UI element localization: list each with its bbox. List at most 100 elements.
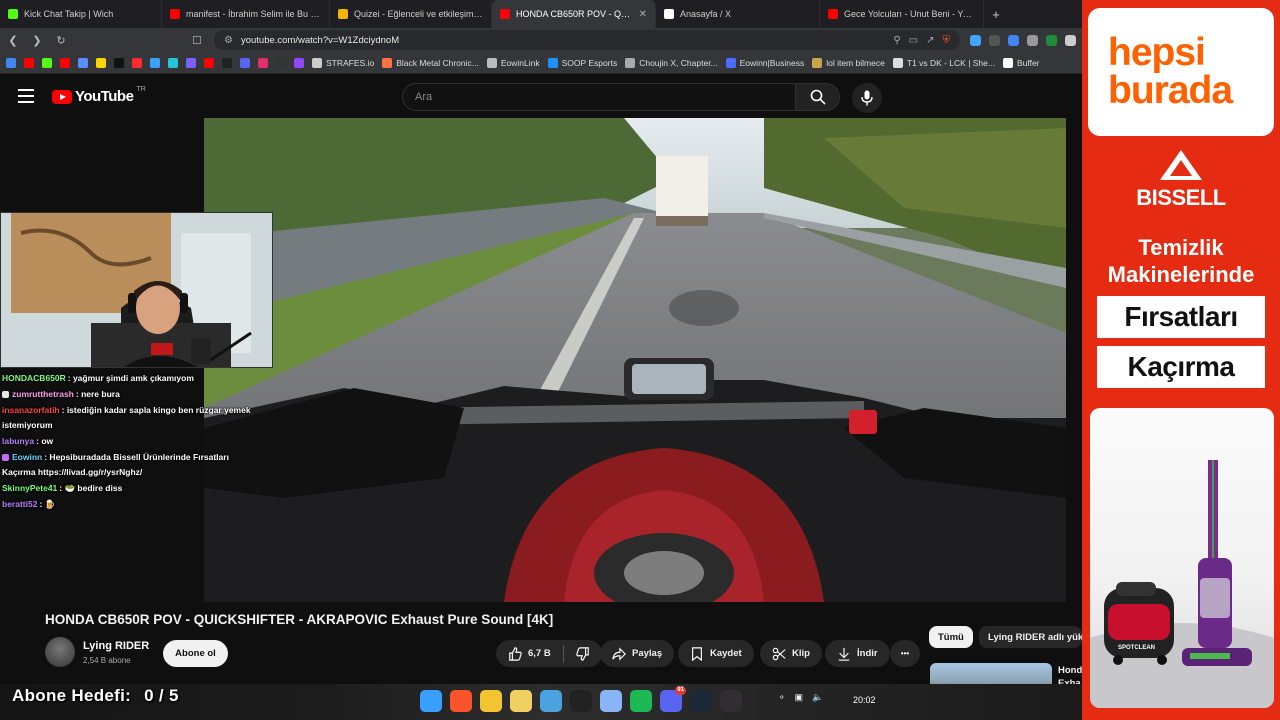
brand-line-2: burada — [1108, 69, 1233, 112]
cast-icon[interactable]: ▭ — [909, 35, 918, 46]
share-button[interactable]: Paylaş — [600, 640, 675, 667]
bookmark-item[interactable] — [294, 57, 304, 68]
network-app-icon[interactable] — [600, 690, 622, 712]
bookmark-item[interactable] — [204, 57, 214, 68]
steam-icon[interactable] — [690, 690, 712, 712]
menu-icon[interactable] — [18, 89, 34, 103]
extension-icon[interactable] — [970, 34, 981, 46]
browser-tab[interactable]: Quizei - Eğlenceli ve etkileşimli quiz — [330, 0, 492, 28]
youtube-logo[interactable]: YouTube TR — [52, 86, 146, 105]
chat-text: : 🥗 bedire diss — [59, 483, 123, 493]
save-icon — [692, 646, 702, 661]
extension-icon[interactable] — [989, 34, 1000, 46]
volume-tray-icon[interactable]: 🔈 — [812, 692, 823, 703]
browser-tab[interactable]: Anasayfa / X — [656, 0, 820, 28]
taskbar-clock[interactable]: 20:02 — [853, 695, 876, 705]
share-icon[interactable]: ↗ — [926, 35, 934, 46]
browser-tab[interactable]: manifest - İbrahim Selim ile Bu Gece — [162, 0, 330, 28]
browser-tab[interactable]: Gece Yolcuları - Unut Beni - YouTube — [820, 0, 984, 28]
extension-icon[interactable] — [1065, 34, 1076, 46]
chat-message: labunya: ow — [2, 434, 264, 449]
chip-channel[interactable]: Lying RIDER adlı yük — [979, 626, 1082, 648]
bookmark-item[interactable]: Eowinn|Business — [725, 57, 804, 68]
advertisement-panel[interactable]: hepsi burada BISSELL Temizlik Makineleri… — [1082, 0, 1280, 720]
new-tab-button[interactable]: + — [984, 7, 1008, 22]
bookmark-item[interactable] — [24, 57, 34, 68]
bookmark-item[interactable] — [60, 57, 70, 68]
bookmark-item[interactable]: Buffer — [1002, 57, 1040, 68]
more-actions-button[interactable]: ••• — [890, 640, 920, 667]
spotify-icon[interactable] — [630, 690, 652, 712]
bookmark-favicon-icon — [892, 57, 903, 68]
zoom-icon[interactable]: ⚲ — [893, 35, 900, 46]
download-button[interactable]: İndir — [825, 640, 890, 667]
search-input[interactable]: Ara — [402, 83, 796, 111]
bookmark-favicon-icon — [625, 57, 636, 68]
bookmark-item[interactable]: SOOP Esports — [547, 57, 617, 68]
display-tray-icon[interactable]: ▣ — [795, 692, 804, 703]
bookmark-item[interactable]: T1 vs DK - LCK | She... — [892, 57, 995, 68]
bookmark-item[interactable] — [168, 57, 178, 68]
voice-search-button[interactable] — [852, 83, 882, 113]
ad-box-1: Fırsatları — [1097, 296, 1265, 338]
bookmark-icon[interactable]: ☐ — [190, 34, 204, 47]
bookmark-item[interactable]: lol item bilmece — [812, 57, 885, 68]
extension-icon[interactable] — [1008, 34, 1019, 46]
brave-shield-icon[interactable]: ⛨ — [943, 35, 951, 46]
browser-tab[interactable]: HONDA CB650R POV - QUICK ✕ — [492, 0, 656, 28]
download-label: İndir — [857, 648, 878, 659]
bookmark-item[interactable] — [240, 57, 250, 68]
like-count[interactable]: 6,7 B — [528, 648, 551, 659]
tab-close-icon[interactable]: ✕ — [639, 9, 647, 20]
browser-tab-bar: Kick Chat Takip | Wich manifest - İbrahim… — [0, 0, 1082, 28]
mic-tray-icon[interactable]: ⚬ — [778, 692, 786, 703]
bookmark-item[interactable]: EowinLink — [486, 57, 540, 68]
obs-icon[interactable] — [720, 690, 742, 712]
site-info-icon[interactable]: ⚙ — [224, 35, 233, 46]
windows-start-icon[interactable] — [420, 690, 442, 712]
bookmark-favicon-icon — [294, 57, 304, 68]
discord-icon[interactable]: 91 — [660, 686, 686, 712]
bookmark-item[interactable] — [42, 57, 52, 68]
search-button[interactable] — [796, 83, 840, 111]
browser-tab[interactable]: Kick Chat Takip | Wich — [0, 0, 162, 28]
clip-button[interactable]: Klip — [760, 640, 822, 667]
video-player[interactable] — [204, 118, 1066, 602]
back-icon[interactable]: ❮ — [6, 34, 20, 47]
brave-icon[interactable] — [450, 690, 472, 712]
bookmark-item[interactable]: Choujin X, Chapter... — [625, 57, 718, 68]
bookmark-item[interactable]: STRAFES.io — [312, 57, 374, 68]
subscribe-button[interactable]: Abone ol — [163, 640, 228, 667]
bookmark-label: Black Metal Chronic... — [396, 57, 479, 68]
bookmark-item[interactable] — [258, 57, 268, 68]
anime-app-icon[interactable] — [570, 690, 592, 712]
bookmark-item[interactable] — [132, 57, 142, 68]
bookmark-item[interactable] — [6, 57, 16, 68]
bookmark-item[interactable] — [276, 57, 286, 68]
forward-icon[interactable]: ❯ — [30, 34, 44, 47]
video-frame — [204, 118, 1066, 602]
reload-icon[interactable]: ↻ — [54, 34, 68, 47]
bookmark-item[interactable]: Black Metal Chronic... — [382, 57, 479, 68]
bookmark-item[interactable] — [96, 57, 106, 68]
like-icon[interactable] — [508, 646, 522, 661]
bookmark-item[interactable] — [186, 57, 196, 68]
extension-icon[interactable] — [1046, 34, 1057, 46]
tab-title: manifest - İbrahim Selim ile Bu Gece — [186, 9, 321, 19]
channel-avatar[interactable] — [45, 637, 75, 667]
save-button[interactable]: Kaydet — [678, 640, 754, 667]
bookmark-item[interactable] — [78, 57, 88, 68]
url-field[interactable]: ⚙ youtube.com/watch?v=W1ZdciydnoM ⚲ ▭ ↗ … — [214, 30, 960, 50]
chip-all[interactable]: Tümü — [929, 626, 973, 648]
extension-icon[interactable] — [1027, 34, 1038, 46]
channel-name[interactable]: Lying RIDER — [83, 640, 149, 652]
dislike-icon[interactable] — [576, 646, 590, 661]
bookmark-label: lol item bilmece — [826, 57, 885, 68]
file-explorer-icon[interactable] — [480, 690, 502, 712]
photos-icon[interactable] — [540, 690, 562, 712]
bookmark-item[interactable] — [150, 57, 160, 68]
bookmark-favicon-icon — [24, 57, 34, 68]
bookmark-item[interactable] — [114, 57, 124, 68]
bookmark-item[interactable] — [222, 57, 232, 68]
pencil-icon[interactable] — [510, 690, 532, 712]
